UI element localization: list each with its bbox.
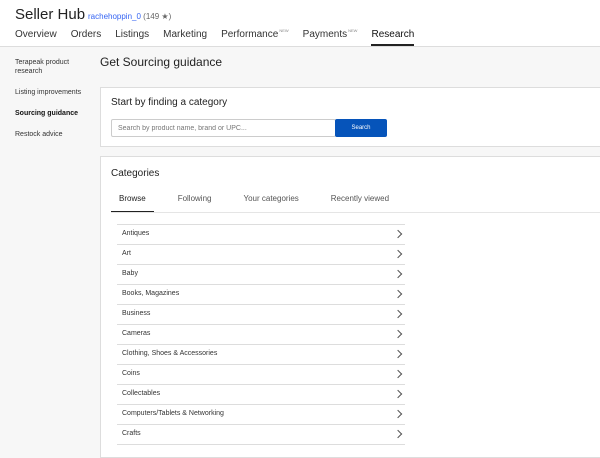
tab-recently-viewed[interactable]: Recently viewed — [323, 194, 397, 212]
category-label: Antiques — [122, 230, 150, 237]
chevron-right-icon — [393, 229, 403, 239]
category-label: Computers/Tablets & Networking — [122, 410, 224, 417]
category-list: Antiques Art Baby Books, Magazines Busin… — [117, 224, 405, 445]
main-nav: Overview Orders Listings Marketing Perfo… — [15, 28, 428, 46]
search-card-title: Start by finding a category — [111, 97, 228, 108]
search-card: Start by finding a category Search — [100, 87, 600, 147]
new-badge: NEW — [348, 28, 358, 33]
tab-overview[interactable]: Overview — [15, 29, 57, 46]
page-title: Get Sourcing guidance — [100, 55, 223, 69]
category-label: Business — [122, 310, 151, 317]
category-label: Baby — [122, 270, 138, 277]
username-link[interactable]: rachehoppin_0 — [88, 12, 141, 21]
sidebar: Terapeak product research Listing improv… — [15, 58, 95, 151]
tab-browse[interactable]: Browse — [111, 194, 154, 212]
category-row[interactable]: Books, Magazines — [117, 285, 405, 305]
category-row[interactable]: Cameras — [117, 325, 405, 345]
tab-research[interactable]: Research — [371, 29, 414, 46]
tab-listings[interactable]: Listings — [115, 29, 149, 46]
chevron-right-icon — [393, 329, 403, 339]
chevron-right-icon — [393, 309, 403, 319]
tab-following[interactable]: Following — [170, 194, 220, 212]
category-row[interactable]: Collectables — [117, 385, 405, 405]
chevron-right-icon — [393, 409, 403, 419]
chevron-right-icon — [393, 289, 403, 299]
chevron-right-icon — [393, 349, 403, 359]
sidebar-item-restock-advice[interactable]: Restock advice — [15, 130, 95, 139]
tab-your-categories[interactable]: Your categories — [235, 194, 306, 212]
category-row[interactable]: Art — [117, 245, 405, 265]
sidebar-item-terapeak[interactable]: Terapeak product research — [15, 58, 95, 76]
search-input[interactable] — [111, 119, 336, 137]
category-row[interactable]: Coins — [117, 365, 405, 385]
category-label: Collectables — [122, 390, 161, 397]
header: Seller Hub rachehoppin_0 (149 ★) Overvie… — [0, 0, 600, 47]
sidebar-item-listing-improvements[interactable]: Listing improvements — [15, 88, 95, 97]
new-badge: NEW — [279, 28, 289, 33]
chevron-right-icon — [393, 249, 403, 259]
tab-performance[interactable]: PerformanceNEW — [221, 28, 289, 46]
category-tabs: Browse Following Your categories Recentl… — [111, 194, 413, 212]
category-row[interactable]: Computers/Tablets & Networking — [117, 405, 405, 425]
chevron-right-icon — [393, 429, 403, 439]
tabs-divider — [111, 212, 600, 213]
category-label: Cameras — [122, 330, 151, 337]
chevron-right-icon — [393, 369, 403, 379]
category-row[interactable]: Business — [117, 305, 405, 325]
search-button[interactable]: Search — [335, 119, 387, 137]
category-row[interactable]: Crafts — [117, 425, 405, 445]
sidebar-item-sourcing-guidance[interactable]: Sourcing guidance — [15, 109, 95, 118]
category-label: Clothing, Shoes & Accessories — [122, 350, 218, 357]
categories-card: Categories Browse Following Your categor… — [100, 156, 600, 458]
feedback-score: (149 ★) — [143, 12, 172, 21]
chevron-right-icon — [393, 269, 403, 279]
app-title[interactable]: Seller Hub — [15, 6, 85, 23]
user-info[interactable]: rachehoppin_0 (149 ★) — [88, 12, 171, 21]
chevron-right-icon — [393, 389, 403, 399]
tab-orders[interactable]: Orders — [71, 29, 102, 46]
category-label: Crafts — [122, 430, 141, 437]
category-label: Art — [122, 250, 131, 257]
categories-title: Categories — [111, 168, 160, 179]
category-label: Coins — [122, 370, 140, 377]
tab-payments[interactable]: PaymentsNEW — [303, 28, 358, 46]
category-label: Books, Magazines — [122, 290, 180, 297]
category-row[interactable]: Baby — [117, 265, 405, 285]
tab-marketing[interactable]: Marketing — [163, 29, 207, 46]
category-row[interactable]: Antiques — [117, 225, 405, 245]
category-row[interactable]: Clothing, Shoes & Accessories — [117, 345, 405, 365]
